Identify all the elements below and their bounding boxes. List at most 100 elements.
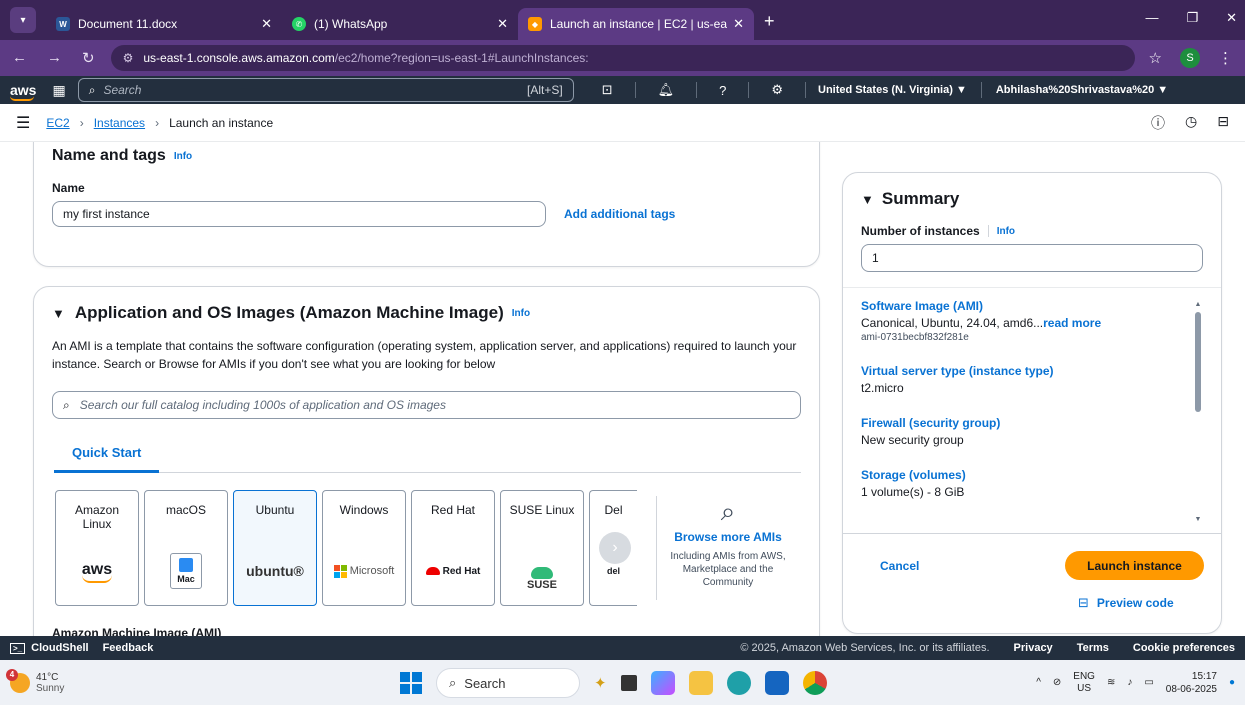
- taskbar-search[interactable]: ⌕ Search: [436, 668, 580, 698]
- ami-search-input[interactable]: ⌕ Search our full catalog including 1000…: [52, 391, 801, 419]
- collapse-caret-icon[interactable]: ▼: [52, 306, 65, 321]
- ami-tile-red-hat[interactable]: Red Hat Red Hat: [411, 490, 495, 606]
- scroll-down-icon[interactable]: ▼: [1193, 516, 1203, 523]
- aws-logo[interactable]: aws: [10, 82, 36, 101]
- profile-avatar[interactable]: S: [1180, 48, 1200, 68]
- feedback-link[interactable]: Feedback: [103, 642, 154, 654]
- summary-title: Summary: [881, 189, 960, 208]
- ami-tile-ubuntu[interactable]: Ubuntu ubuntu®: [233, 490, 317, 606]
- file-explorer-icon[interactable]: [688, 671, 713, 695]
- add-additional-tags-link[interactable]: Add additional tags: [564, 207, 675, 221]
- reload-icon[interactable]: ↻: [82, 49, 95, 67]
- breadcrumb-instances[interactable]: Instances: [94, 116, 145, 130]
- browser-tab-bar: ▾ W Document 11.docx ✕ ✆ (1) WhatsApp ✕ …: [0, 0, 1245, 40]
- summary-item-ami: Software Image (AMI) Canonical, Ubuntu, …: [861, 299, 1102, 343]
- tab-search-chevron-icon[interactable]: ▾: [10, 7, 36, 33]
- browser-tab-whatsapp[interactable]: ✆ (1) WhatsApp ✕: [282, 8, 518, 40]
- browse-more-amis[interactable]: ⌕ Browse more AMIs Including AMIs from A…: [668, 496, 788, 589]
- language-indicator[interactable]: ENG US: [1073, 671, 1095, 695]
- breadcrumb: ☰ EC2 › Instances › Launch an instance ⓘ…: [0, 104, 1245, 142]
- ami-description: An AMI is a template that contains the s…: [52, 339, 797, 371]
- name-label: Name: [52, 181, 85, 195]
- close-window-icon[interactable]: ✕: [1226, 10, 1237, 26]
- launch-instance-button[interactable]: Launch instance: [1065, 551, 1204, 580]
- volume-icon[interactable]: ♪: [1127, 677, 1132, 688]
- clock-icon[interactable]: ◷: [1185, 113, 1197, 133]
- weather-widget[interactable]: 4 41°C Sunny: [6, 668, 64, 694]
- info-link[interactable]: Info: [174, 151, 192, 162]
- task-view-icon[interactable]: [620, 675, 637, 691]
- browser-tab-document[interactable]: W Document 11.docx ✕: [46, 8, 282, 40]
- show-hidden-icons-chevron-icon[interactable]: ^: [1036, 677, 1041, 688]
- cancel-button[interactable]: Cancel: [880, 559, 919, 573]
- cloudshell-icon[interactable]: ⊡: [602, 82, 613, 98]
- close-tab-icon[interactable]: ✕: [261, 16, 272, 32]
- scroll-up-icon[interactable]: ▲: [1193, 301, 1203, 308]
- cloudshell-preview-icon[interactable]: ⊟: [1217, 113, 1229, 133]
- chrome-icon[interactable]: [802, 671, 827, 695]
- store-icon[interactable]: [764, 671, 789, 695]
- hamburger-menu-icon[interactable]: ☰: [16, 113, 30, 133]
- close-tab-icon[interactable]: ✕: [497, 16, 508, 32]
- info-link[interactable]: Info: [997, 226, 1015, 237]
- privacy-link[interactable]: Privacy: [1014, 642, 1053, 654]
- browser-tab-launch-instance[interactable]: ◆ Launch an instance | EC2 | us-ea ✕: [518, 8, 754, 40]
- ami-tile-amazon-linux[interactable]: Amazon Linux aws: [55, 490, 139, 606]
- windows-start-icon[interactable]: [400, 672, 422, 694]
- aws-search-input[interactable]: ⌕ Search [Alt+S]: [77, 78, 574, 102]
- battery-icon[interactable]: ▭: [1144, 677, 1153, 688]
- windows-taskbar: 4 41°C Sunny ⌕ Search ✦ ^ ⊘ ENG US ≋ ♪ ▭ …: [0, 660, 1245, 705]
- ami-tile-suse-linux[interactable]: SUSE Linux SUSE: [500, 490, 584, 606]
- info-link[interactable]: Info: [512, 308, 530, 319]
- help-icon[interactable]: ?: [719, 83, 726, 98]
- forward-icon[interactable]: →: [47, 49, 62, 67]
- collapse-caret-icon[interactable]: ▼: [861, 192, 874, 207]
- minimize-icon[interactable]: —: [1145, 10, 1158, 26]
- name-input[interactable]: my first instance: [52, 201, 546, 227]
- sun-weather-icon: 4: [6, 668, 30, 693]
- region-selector[interactable]: United States (N. Virginia) ▼: [818, 84, 967, 96]
- terms-link[interactable]: Terms: [1077, 642, 1109, 654]
- back-icon[interactable]: ←: [12, 49, 27, 67]
- search-icon: ⌕: [88, 82, 96, 97]
- notifications-bell-icon[interactable]: 🔔︎: [658, 82, 675, 98]
- copyright-text: © 2025, Amazon Web Services, Inc. or its…: [740, 642, 990, 654]
- wifi-icon[interactable]: ≋: [1107, 677, 1115, 688]
- preview-code-button[interactable]: ⊟ Preview code: [1078, 595, 1174, 611]
- copilot-sparkle-icon[interactable]: ✦: [594, 674, 607, 692]
- breadcrumb-ec2[interactable]: EC2: [46, 116, 69, 130]
- account-menu[interactable]: Abhilasha%20Shrivastava%20 ▼: [996, 84, 1168, 96]
- clock[interactable]: 15:17 08-06-2025: [1166, 670, 1217, 696]
- num-instances-input[interactable]: 1: [861, 244, 1203, 272]
- url-field[interactable]: ⚙ us-east-1.console.aws.amazon.com/ec2/h…: [110, 45, 1135, 71]
- browser-menu-icon[interactable]: ⋮: [1218, 49, 1233, 67]
- info-circle-icon[interactable]: ⓘ: [1151, 113, 1165, 133]
- carousel-next-button[interactable]: ›: [599, 532, 631, 564]
- search-icon: ⌕: [449, 675, 457, 690]
- mac-finder-icon: Mac: [170, 553, 202, 589]
- settings-gear-icon[interactable]: ⚙: [771, 82, 783, 98]
- network-off-icon[interactable]: ⊘: [1053, 677, 1061, 688]
- site-info-icon[interactable]: ⚙: [123, 51, 134, 65]
- scrollbar-thumb[interactable]: [1195, 312, 1201, 412]
- notification-bell-icon[interactable]: ●: [1229, 677, 1235, 688]
- main-content: Name and tags Info Name my first instanc…: [0, 142, 1245, 636]
- magnifier-icon: ⌕: [720, 496, 736, 526]
- tab-quick-start[interactable]: Quick Start: [54, 445, 160, 473]
- close-tab-icon[interactable]: ✕: [733, 16, 744, 32]
- restore-icon[interactable]: ❐: [1186, 10, 1198, 26]
- services-grid-icon[interactable]: ▦: [52, 82, 65, 99]
- ami-tile-windows[interactable]: Windows Microsoft: [322, 490, 406, 606]
- num-instances-label: Number of instances: [861, 224, 980, 238]
- read-more-link[interactable]: read more: [1043, 316, 1101, 330]
- new-tab-icon[interactable]: +: [764, 11, 775, 32]
- summary-scrollbar[interactable]: ▲ ▼: [1193, 301, 1203, 523]
- ami-tile-macos[interactable]: macOS Mac: [144, 490, 228, 606]
- edge-icon[interactable]: [726, 671, 751, 695]
- aws-footer: >_ CloudShell Feedback © 2025, Amazon We…: [0, 636, 1245, 660]
- aws-top-nav: aws ▦ ⌕ Search [Alt+S] ⊡ 🔔︎ ? ⚙ United S…: [0, 76, 1245, 104]
- cookie-preferences-link[interactable]: Cookie preferences: [1133, 642, 1235, 654]
- cloudshell-button[interactable]: >_ CloudShell: [10, 642, 89, 654]
- bookmark-star-icon[interactable]: ☆: [1149, 49, 1162, 67]
- copilot-icon[interactable]: [650, 671, 675, 695]
